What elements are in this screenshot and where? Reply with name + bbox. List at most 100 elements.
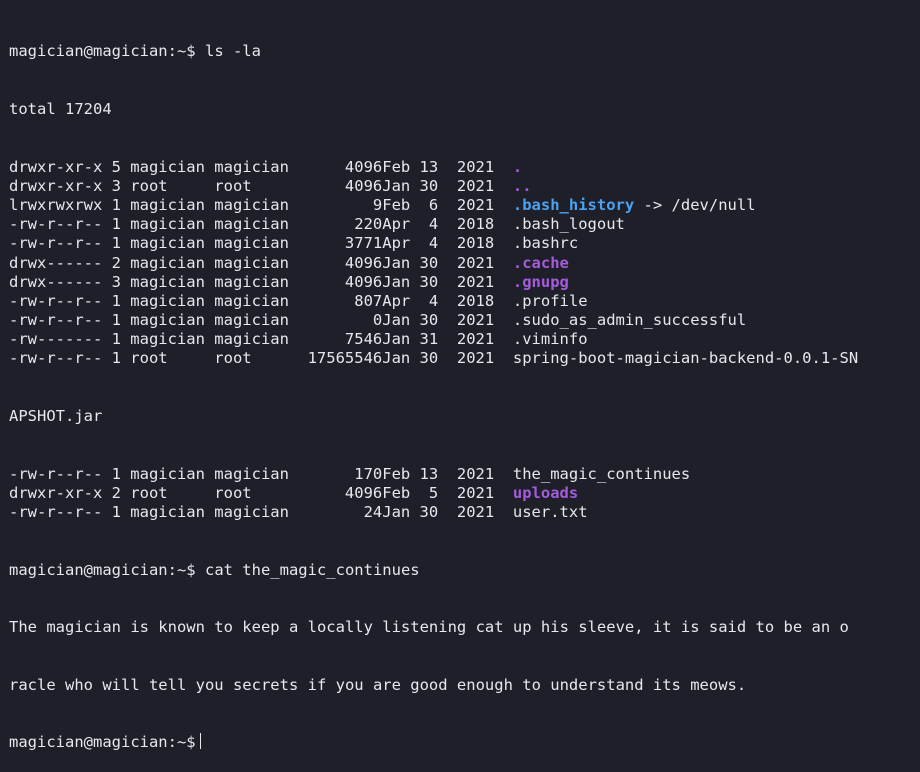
link-count: 1	[111, 215, 121, 234]
link-count: 1	[111, 195, 121, 214]
directory-name: .gnupg	[512, 272, 569, 291]
link-count: 1	[111, 464, 121, 483]
file-size: 24	[363, 503, 383, 522]
file-owner: magician	[130, 291, 205, 310]
file-permissions: -rw-r--r--	[9, 349, 103, 368]
file-group: magician	[214, 272, 289, 291]
command-text: cat the_magic_continues	[204, 560, 420, 579]
link-count: 1	[111, 503, 121, 522]
file-owner: magician	[130, 330, 205, 349]
file-size: 0	[372, 311, 383, 330]
file-date: Jan 30 2021	[382, 272, 495, 291]
file-owner: magician	[130, 253, 205, 272]
file-group: root	[214, 176, 252, 195]
file-date: Jan 30 2021	[382, 253, 495, 272]
directory-name: .cache	[512, 253, 569, 272]
listing-row: -rw-r--r-- 1 magician magician 220Apr 4 2018…	[9, 215, 920, 234]
total-line: total 17204	[9, 100, 112, 118]
file-name: user.txt	[512, 503, 588, 522]
symlink-target: -> /dev/null	[634, 195, 756, 214]
link-count: 1	[111, 330, 121, 349]
output-line: The magician is known to keep a locally …	[9, 618, 849, 637]
listing-block: drwxr-xr-x 5 magician magician 4096Feb 13 20…	[9, 158, 920, 369]
command-line-cat: magician@magician:~$ cat the_magic_conti…	[9, 561, 920, 580]
listing-row: drwx------ 2 magician magician 4096Jan 30 20…	[9, 254, 920, 273]
file-permissions: -rw-r--r--	[9, 291, 103, 310]
file-permissions: drwxr-xr-x	[9, 157, 103, 176]
file-name: .sudo_as_admin_successful	[512, 311, 747, 330]
file-name: spring-boot-magician-backend-0.0.1-SN	[512, 349, 859, 368]
file-size: 4096	[344, 253, 383, 272]
listing-row: lrwxrwxrwx 1 magician magician 9Feb 6 2021 .…	[9, 196, 920, 215]
file-group: magician	[214, 503, 289, 522]
file-size: 170	[354, 464, 383, 483]
link-count: 1	[111, 291, 121, 310]
listing-row: -rw------- 1 magician magician 7546Jan 31 20…	[9, 330, 920, 349]
link-count: 1	[111, 349, 121, 368]
file-size: 220	[354, 215, 383, 234]
file-group: magician	[214, 157, 289, 176]
file-group: magician	[214, 195, 289, 214]
file-group: magician	[214, 253, 289, 272]
shell-prompt: magician@magician:~$	[9, 733, 196, 752]
file-date: Feb 5 2021	[382, 483, 495, 502]
listing-block-continued: -rw-r--r-- 1 magician magician 170Feb 13 202…	[9, 465, 920, 523]
link-count: 3	[111, 176, 121, 195]
file-date: Feb 6 2021	[382, 195, 495, 214]
file-permissions: -rw-r--r--	[9, 234, 103, 253]
symlink-name: .bash_history	[512, 195, 635, 214]
file-date: Jan 30 2021	[382, 503, 495, 522]
file-size: 4096	[344, 157, 383, 176]
file-owner: root	[130, 349, 168, 368]
file-date: Feb 13 2021	[382, 464, 495, 483]
command-line-ls: magician@magician:~$ ls -la	[9, 42, 920, 61]
file-permissions: -rw-r--r--	[9, 311, 103, 330]
file-name: .bashrc	[512, 234, 579, 253]
file-permissions: -rw-r--r--	[9, 464, 103, 483]
directory-name: .	[512, 157, 523, 176]
file-date: Jan 30 2021	[382, 311, 495, 330]
active-prompt-line[interactable]: magician@magician:~$	[9, 733, 920, 752]
file-group: root	[214, 483, 252, 502]
link-count: 5	[111, 157, 121, 176]
file-size: 4096	[344, 483, 383, 502]
listing-row: -rw-r--r-- 1 magician magician 170Feb 13 202…	[9, 465, 920, 484]
file-owner: magician	[130, 272, 205, 291]
file-group: magician	[214, 215, 289, 234]
file-size: 9	[372, 195, 383, 214]
file-size: 17565546	[307, 349, 383, 368]
file-owner: magician	[130, 503, 205, 522]
file-size: 807	[354, 291, 383, 310]
file-name: .bash_logout	[512, 215, 625, 234]
listing-row: drwxr-xr-x 3 root root 4096Jan 30 2021 ..	[9, 177, 920, 196]
file-permissions: -rw-------	[9, 330, 103, 349]
listing-row: drwxr-xr-x 2 root root 4096Feb 5 2021 upload…	[9, 484, 920, 503]
file-owner: magician	[130, 234, 205, 253]
file-owner: magician	[130, 311, 205, 330]
file-owner: magician	[130, 157, 205, 176]
file-permissions: drwxr-xr-x	[9, 483, 103, 502]
file-name: .viminfo	[512, 330, 588, 349]
file-owner: root	[130, 483, 168, 502]
file-date: Jan 31 2021	[382, 330, 495, 349]
file-owner: magician	[130, 464, 205, 483]
file-permissions: drwx------	[9, 253, 103, 272]
file-date: Apr 4 2018	[382, 234, 495, 253]
file-group: magician	[214, 291, 289, 310]
file-permissions: -rw-r--r--	[9, 503, 103, 522]
file-date: Jan 30 2021	[382, 176, 495, 195]
shell-prompt: magician@magician:~$	[9, 560, 196, 579]
file-group: magician	[214, 234, 289, 253]
wrapped-filename: APSHOT.jar	[9, 407, 103, 426]
file-permissions: -rw-r--r--	[9, 215, 103, 234]
listing-row: -rw-r--r-- 1 magician magician 3771Apr 4 201…	[9, 234, 920, 253]
text-cursor[interactable]	[200, 733, 202, 750]
directory-name: ..	[512, 176, 532, 195]
listing-row: -rw-r--r-- 1 magician magician 807Apr 4 2018…	[9, 292, 920, 311]
file-owner: magician	[130, 215, 205, 234]
file-size: 4096	[344, 272, 383, 291]
file-permissions: lrwxrwxrwx	[9, 195, 103, 214]
terminal-window[interactable]: magician@magician:~$ ls -la total 17204 …	[0, 0, 920, 751]
listing-row: -rw-r--r-- 1 root root 17565546Jan 30 2021 s…	[9, 349, 920, 368]
command-text: ls -la	[204, 42, 261, 61]
